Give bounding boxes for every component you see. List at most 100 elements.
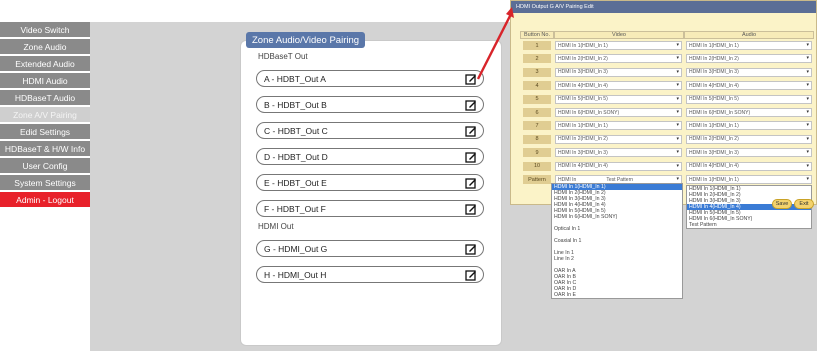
sidebar-item-hdbaset-h-w-info[interactable]: HDBaseT & H/W Info (0, 141, 90, 156)
audio-value: HDMI In 4(HDMI_In 4) (689, 163, 739, 170)
zone-button-f-hdbt-out-f[interactable]: F - HDBT_Out F (256, 200, 484, 217)
video-value: HDMI In 1(HDMI_In 1) (558, 42, 608, 49)
dialog-title: HDMI Output G A/V Pairing Edit (511, 1, 816, 13)
audio-value: HDMI In 3(HDMI_In 3) (689, 149, 739, 156)
row-number: 7 (523, 121, 551, 131)
edit-icon[interactable] (465, 243, 477, 255)
chevron-down-icon: ▾ (806, 82, 809, 89)
row-number: 2 (523, 54, 551, 64)
video-value: HDMI In 3(HDMI_In 3) (558, 149, 608, 156)
row-video-select[interactable]: HDMI In 3(HDMI_In 3) ▾ (555, 148, 682, 158)
zone-label: E - HDBT_Out E (264, 177, 327, 188)
edit-icon[interactable] (465, 269, 477, 281)
row-audio-select[interactable]: HDMI In 3(HDMI_In 3) ▾ (686, 67, 812, 77)
row-audio-select[interactable]: HDMI In 5(HDMI_In 5) ▾ (686, 94, 812, 104)
row-audio-select[interactable]: HDMI In 4(HDMI_In 4) ▾ (686, 81, 812, 91)
sidebar-item-user-config[interactable]: User Config (0, 158, 90, 173)
chevron-down-icon: ▾ (806, 68, 809, 75)
zone-label: D - HDBT_Out D (264, 151, 328, 162)
dropdown-option[interactable]: OAR In E (552, 292, 682, 298)
zone-label: B - HDBT_Out B (264, 99, 327, 110)
sidebar-item-edid-settings[interactable]: Edid Settings (0, 124, 90, 139)
edit-icon[interactable] (465, 203, 477, 215)
row-video-select[interactable]: HDMI In 4(HDMI_In 4) ▾ (555, 81, 682, 91)
chevron-down-icon: ▾ (806, 122, 809, 129)
sidebar-item-extended-audio[interactable]: Extended Audio (0, 56, 90, 71)
row-audio-select[interactable]: HDMI In 3(HDMI_In 3) ▾ (686, 148, 812, 158)
video-value: HDMI In 6(HDMI_In SONY) (558, 109, 620, 116)
zone-button-c-hdbt-out-c[interactable]: C - HDBT_Out C (256, 122, 484, 139)
sidebar-item-system-settings[interactable]: System Settings (0, 175, 90, 190)
zone-button-e-hdbt-out-e[interactable]: E - HDBT_Out E (256, 174, 484, 191)
panel-title: Zone Audio/Video Pairing (246, 32, 366, 48)
chevron-down-icon: ▾ (676, 42, 679, 48)
audio-value: HDMI In 4(HDMI_In 4) (689, 82, 739, 89)
sidebar-item-admin-logout[interactable]: Admin - Logout (0, 192, 90, 207)
chevron-down-icon: ▾ (806, 162, 809, 169)
video-dropdown-list[interactable]: HDMI In 1(HDMI_In 1) HDMI In 2(HDMI_In 2)… (551, 183, 683, 299)
row-number: 10 (523, 161, 551, 171)
save-button[interactable]: Save (772, 199, 792, 209)
video-value: HDMI In 3(HDMI_In 3) (558, 69, 608, 76)
row-audio-select[interactable]: HDMI In 1(HDMI_In 1) ▾ (686, 121, 812, 131)
row-video-select[interactable]: HDMI In 2(HDMI_In 2) ▾ (555, 134, 682, 144)
edit-icon[interactable] (465, 151, 477, 163)
zone-button-g-hdmi-out-g[interactable]: G - HDMI_Out G (256, 240, 484, 257)
chevron-down-icon: ▾ (676, 149, 679, 156)
edit-icon[interactable] (465, 99, 477, 111)
zone-button-d-hdbt-out-d[interactable]: D - HDBT_Out D (256, 148, 484, 165)
chevron-down-icon: ▾ (806, 109, 809, 115)
edit-icon[interactable] (465, 125, 477, 137)
row-video-select[interactable]: HDMI In 2(HDMI_In 2) ▾ (555, 54, 682, 64)
row-audio-select[interactable]: HDMI In 4(HDMI_In 4) ▾ (686, 161, 812, 171)
pattern-audio-value: HDMI In 1(HDMI_In 1) (689, 176, 739, 183)
chevron-down-icon: ▾ (676, 122, 679, 129)
video-value: HDMI In 2(HDMI_In 2) (558, 55, 608, 62)
zone-button-h-hdmi-out-h[interactable]: H - HDMI_Out H (256, 266, 484, 283)
sidebar-item-zone-a-v-pairing[interactable]: Zone A/V Pairing (0, 107, 90, 122)
row-audio-select[interactable]: HDMI In 6(HDMI_In SONY) ▾ (686, 108, 812, 117)
sidebar-item-zone-audio[interactable]: Zone Audio (0, 39, 90, 54)
row-number: 4 (523, 81, 551, 91)
exit-button[interactable]: Exit (794, 199, 814, 209)
chevron-down-icon: ▾ (806, 149, 809, 156)
chevron-down-icon: ▾ (676, 109, 679, 115)
video-value: HDMI In 4(HDMI_In 4) (558, 163, 608, 170)
zone-label: C - HDBT_Out C (264, 125, 328, 136)
dropdown-option[interactable]: Test Pattern (687, 222, 811, 228)
row-number: 1 (523, 41, 551, 50)
row-audio-select[interactable]: HDMI In 2(HDMI_In 2) ▾ (686, 134, 812, 144)
audio-value: HDMI In 3(HDMI_In 3) (689, 69, 739, 76)
pattern-audio-select[interactable]: HDMI In 1(HDMI_In 1) ▾ (686, 175, 812, 184)
row-audio-select[interactable]: HDMI In 1(HDMI_In 1) ▾ (686, 41, 812, 50)
zone-button-a-hdbt-out-a[interactable]: A - HDBT_Out A (256, 70, 484, 87)
col-header-video: Video (554, 31, 684, 39)
audio-dropdown-list[interactable]: HDMI In 1(HDMI_In 1) HDMI In 2(HDMI_In 2)… (686, 185, 812, 229)
col-header-button-no: Button No. (520, 31, 554, 39)
sidebar-item-hdbaset-audio[interactable]: HDBaseT Audio (0, 90, 90, 105)
audio-value: HDMI In 1(HDMI_In 1) (689, 42, 739, 49)
zone-label: G - HDMI_Out G (264, 243, 328, 254)
video-value: HDMI In 4(HDMI_In 4) (558, 82, 608, 89)
row-video-select[interactable]: HDMI In 5(HDMI_In 5) ▾ (555, 94, 682, 104)
row-video-select[interactable]: HDMI In 1(HDMI_In 1) ▾ (555, 41, 682, 50)
sidebar-item-hdmi-audio[interactable]: HDMI Audio (0, 73, 90, 88)
zone-label: A - HDBT_Out A (264, 73, 326, 84)
zone-label: H - HDMI_Out H (264, 269, 327, 280)
row-video-select[interactable]: HDMI In 6(HDMI_In SONY) ▾ (555, 108, 682, 117)
row-audio-select[interactable]: HDMI In 2(HDMI_In 2) ▾ (686, 54, 812, 64)
sidebar-item-video-switch[interactable]: Video Switch (0, 22, 90, 37)
row-video-select[interactable]: HDMI In 3(HDMI_In 3) ▾ (555, 67, 682, 77)
audio-value: HDMI In 1(HDMI_In 1) (689, 122, 739, 129)
audio-value: HDMI In 2(HDMI_In 2) (689, 136, 739, 143)
row-number: 9 (523, 148, 551, 158)
audio-value: HDMI In 6(HDMI_In SONY) (689, 109, 751, 116)
zone-button-b-hdbt-out-b[interactable]: B - HDBT_Out B (256, 96, 484, 113)
edit-icon[interactable] (465, 177, 477, 189)
video-value: HDMI In 1(HDMI_In 1) (558, 122, 608, 129)
row-video-select[interactable]: HDMI In 4(HDMI_In 4) ▾ (555, 161, 682, 171)
video-value: HDMI In 2(HDMI_In 2) (558, 136, 608, 143)
row-video-select[interactable]: HDMI In 1(HDMI_In 1) ▾ (555, 121, 682, 131)
edit-icon[interactable] (465, 73, 477, 85)
row-number: 6 (523, 108, 551, 117)
